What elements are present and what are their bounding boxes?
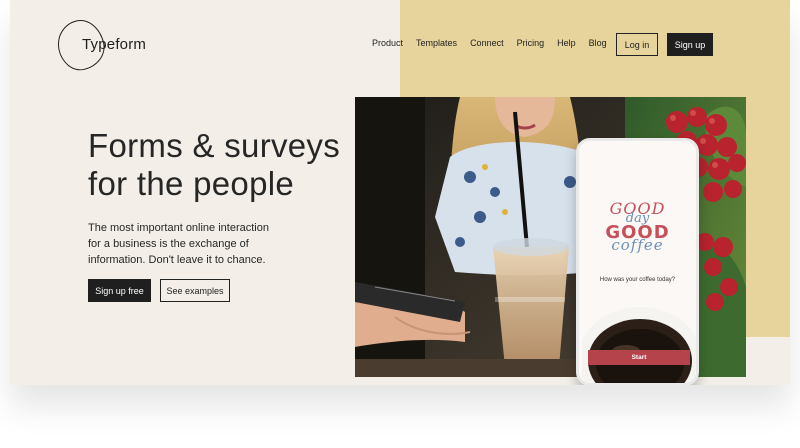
signup-button[interactable]: Sign up	[667, 33, 713, 56]
see-examples-button[interactable]: See examples	[160, 279, 230, 302]
top-nav: Product Templates Connect Pricing Help B…	[372, 38, 620, 48]
phone-screen: GOOD day GOOD coffee How was your coffee…	[579, 141, 696, 383]
nav-item-help[interactable]: Help	[557, 38, 576, 48]
nav-item-connect[interactable]: Connect	[470, 38, 504, 48]
subtext-line-3: information. Don't leave it to chance.	[88, 254, 266, 266]
hero-subtext: The most important online interaction fo…	[88, 220, 288, 268]
phone-question: How was your coffee today?	[599, 277, 676, 283]
nav-item-templates[interactable]: Templates	[416, 38, 457, 48]
start-button[interactable]: Start	[588, 350, 690, 365]
phone-title-coffee: coffee	[611, 236, 664, 254]
subtext-line-2: for a business is the exchange of	[88, 238, 249, 250]
hero-headline: Forms & surveys for the people	[88, 127, 340, 203]
phone-mockup: GOOD day GOOD coffee How was your coffee…	[576, 138, 699, 385]
nav-item-pricing[interactable]: Pricing	[517, 38, 545, 48]
nav-item-product[interactable]: Product	[372, 38, 403, 48]
landing-page: Typeform Product Templates Connect Prici…	[10, 0, 790, 385]
brand-logo[interactable]: Typeform	[82, 36, 146, 53]
subtext-line-1: The most important online interaction	[88, 222, 269, 234]
signup-free-button[interactable]: Sign up free	[88, 279, 151, 302]
coffee-cup-icon	[582, 307, 696, 383]
nav-item-blog[interactable]: Blog	[589, 38, 607, 48]
login-button[interactable]: Log in	[616, 33, 658, 56]
headline-line-2: for the people	[88, 165, 295, 202]
headline-line-1: Forms & surveys	[88, 127, 341, 164]
